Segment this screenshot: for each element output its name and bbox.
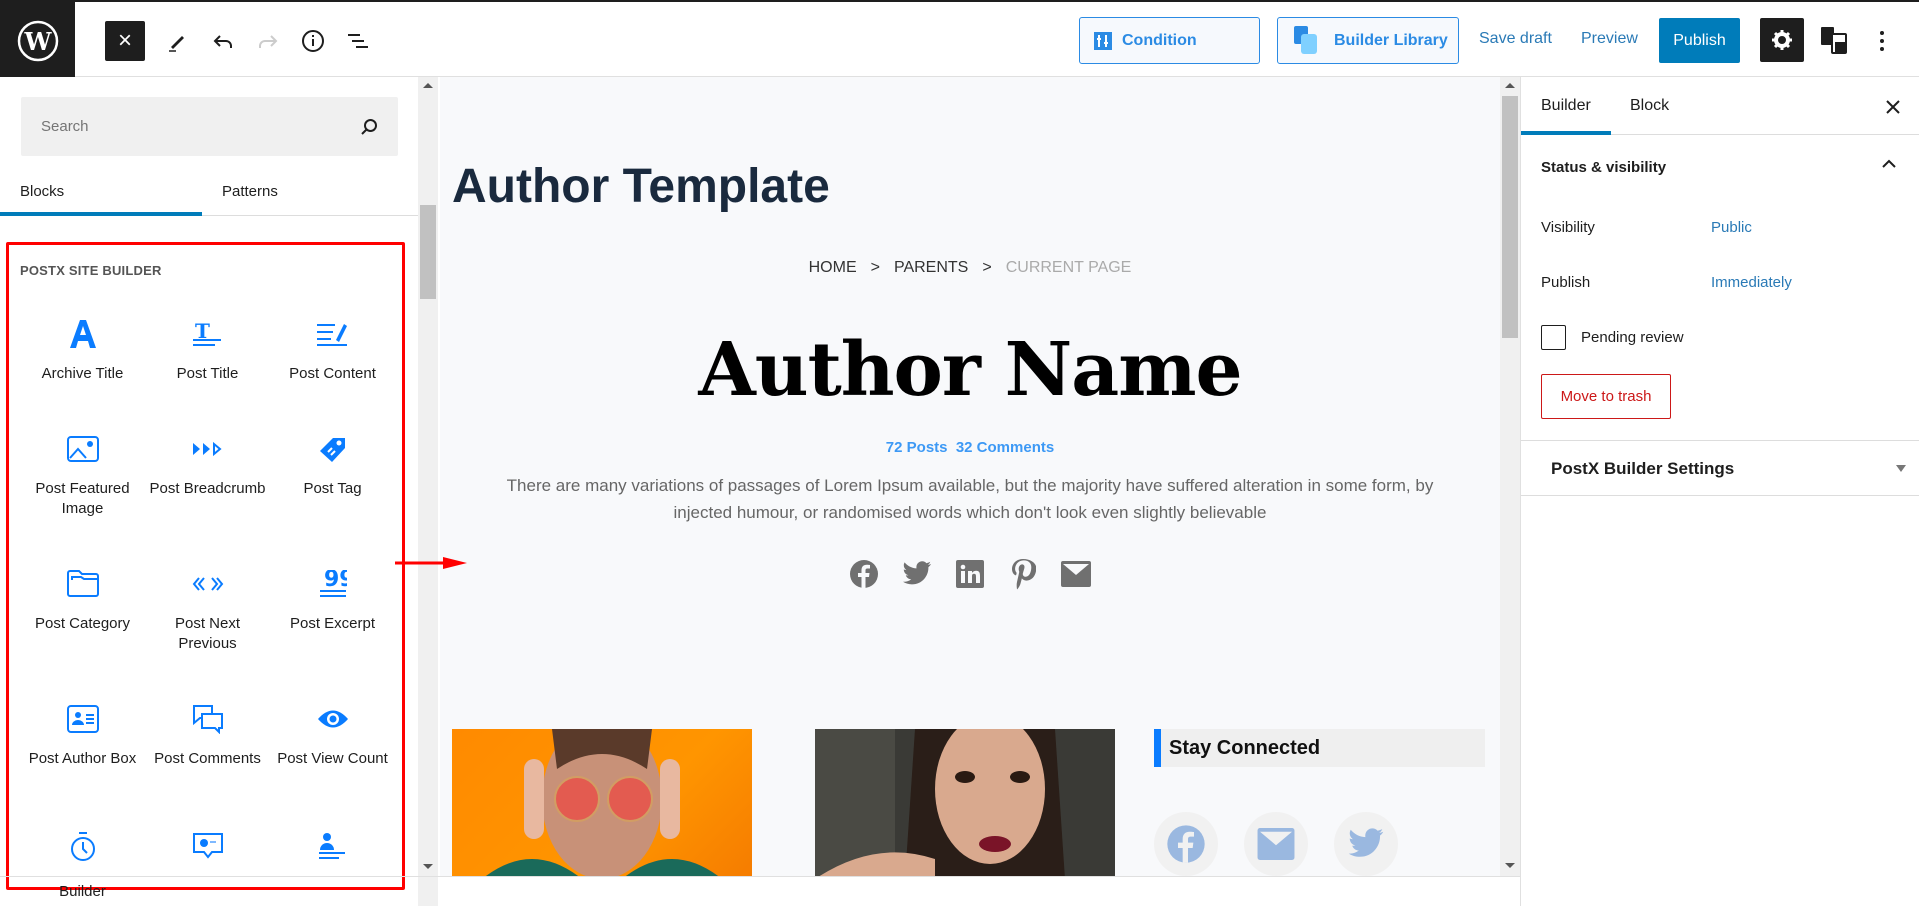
condition-icon [1094, 31, 1112, 50]
collapse-section-button[interactable] [1881, 157, 1897, 175]
close-icon: × [117, 27, 132, 54]
stay-connected-heading: Stay Connected [1154, 729, 1485, 767]
visibility-value-link[interactable]: Public [1711, 219, 1752, 236]
block-label-cut-off: Builder [59, 883, 106, 900]
info-icon [302, 30, 324, 52]
tab-blocks-label: Blocks [20, 183, 65, 200]
breadcrumb: HOME > PARENTS > CURRENT PAGE [440, 259, 1500, 277]
section-divider [1521, 440, 1919, 441]
editor-top-bar: W × Condition Builder Library Save draft… [0, 0, 1919, 79]
highlight-annotation-box [6, 242, 405, 890]
pencil-icon [169, 36, 184, 52]
close-icon [1886, 100, 1900, 114]
close-sidebar-button[interactable] [1881, 95, 1905, 119]
block-search-box[interactable] [21, 97, 398, 156]
author-bio: There are many variations of passages of… [506, 476, 1434, 522]
close-inserter-button[interactable]: × [105, 21, 145, 61]
breadcrumb-home[interactable]: HOME [809, 259, 857, 276]
section-divider [1521, 495, 1919, 496]
tools-button[interactable] [158, 21, 198, 61]
chevron-up-icon [1882, 159, 1896, 168]
email-icon[interactable] [1244, 812, 1308, 876]
tab-patterns-label: Patterns [222, 183, 278, 200]
list-view-icon [348, 34, 368, 48]
inserter-scrollbar[interactable] [418, 77, 438, 906]
builder-library-icon [1294, 25, 1317, 54]
preview-button[interactable]: Preview [1581, 30, 1638, 48]
scroll-down-icon[interactable] [423, 864, 433, 869]
tab-builder[interactable]: Builder [1541, 97, 1591, 115]
redo-icon [259, 35, 278, 48]
more-options-icon [1880, 31, 1884, 51]
canvas-scrollbar[interactable] [1500, 77, 1520, 876]
postx-icon [1821, 27, 1847, 54]
linkedin-icon[interactable] [954, 557, 987, 590]
breadcrumb-current: CURRENT PAGE [1005, 259, 1132, 276]
svg-text:W: W [23, 27, 52, 56]
block-inserter-panel: Blocks Patterns POSTX SITE BUILDER Archi… [0, 77, 438, 906]
pending-review-checkbox[interactable] [1541, 325, 1566, 350]
wordpress-logo[interactable]: W [0, 2, 75, 79]
inserter-tabs: Blocks Patterns [0, 175, 418, 216]
builder-library-label: Builder Library [1334, 31, 1448, 49]
undo-button[interactable] [203, 21, 243, 61]
pending-review-label[interactable]: Pending review [1581, 329, 1684, 346]
publish-label: Publish [1541, 274, 1591, 291]
settings-button[interactable] [1760, 18, 1804, 62]
postx-builder-settings-title[interactable]: PostX Builder Settings [1551, 459, 1734, 479]
woman-portrait-image [815, 729, 1065, 876]
twitter-icon[interactable] [901, 557, 934, 590]
tab-block[interactable]: Block [1630, 97, 1669, 115]
condition-label: Condition [1122, 31, 1197, 49]
woman-sunglasses-image [486, 729, 718, 876]
block-search-input[interactable] [41, 118, 360, 135]
scrollbar-thumb[interactable] [420, 205, 436, 299]
sidebar-tabs: Builder Block [1521, 77, 1919, 135]
settings-sidebar: Builder Block Status & visibility Visibi… [1520, 77, 1919, 906]
wordpress-icon: W [17, 20, 58, 61]
facebook-icon[interactable] [848, 557, 881, 590]
details-button[interactable] [293, 21, 333, 61]
postx-button[interactable] [1812, 18, 1856, 62]
expand-caret-icon[interactable] [1896, 465, 1906, 472]
more-options-button[interactable] [1862, 21, 1902, 61]
save-draft-button[interactable]: Save draft [1479, 30, 1552, 48]
stay-connected-social [1154, 812, 1398, 876]
annotation-arrow-icon [395, 557, 467, 569]
author-name[interactable]: Author Name [440, 327, 1500, 413]
breadcrumb-parent[interactable]: PARENTS [894, 259, 968, 276]
publish-button[interactable]: Publish [1659, 18, 1740, 63]
breadcrumb-separator: > [870, 259, 880, 276]
email-icon[interactable] [1060, 557, 1093, 590]
post-image-1[interactable] [452, 729, 752, 876]
active-tab-indicator [1521, 131, 1611, 135]
pinterest-icon[interactable] [1007, 557, 1040, 590]
breadcrumb-separator: > [982, 259, 992, 276]
undo-icon [213, 35, 232, 48]
condition-button[interactable]: Condition [1079, 17, 1260, 64]
builder-library-button[interactable]: Builder Library [1277, 17, 1459, 64]
scrollbar-thumb[interactable] [1502, 96, 1518, 338]
gear-icon [1772, 30, 1792, 50]
tab-blocks[interactable]: Blocks [20, 175, 64, 216]
tab-patterns[interactable]: Patterns [222, 175, 278, 216]
list-view-button[interactable] [338, 21, 378, 61]
author-meta: 72 Posts 32 Comments [885, 439, 1055, 456]
scroll-up-icon[interactable] [423, 83, 433, 88]
active-tab-indicator [0, 212, 202, 216]
scroll-up-icon[interactable] [1505, 83, 1515, 88]
author-social-links [440, 557, 1500, 590]
search-icon[interactable] [360, 118, 378, 136]
facebook-icon[interactable] [1154, 812, 1218, 876]
move-to-trash-button[interactable]: Move to trash [1541, 374, 1671, 419]
scroll-down-icon[interactable] [1505, 863, 1515, 868]
redo-button[interactable] [248, 21, 288, 61]
status-visibility-title[interactable]: Status & visibility [1541, 159, 1666, 176]
publish-date-link[interactable]: Immediately [1711, 274, 1792, 291]
post-image-2[interactable] [815, 729, 1115, 876]
twitter-icon[interactable] [1334, 812, 1398, 876]
page-title[interactable]: Author Template [452, 159, 830, 214]
visibility-label: Visibility [1541, 219, 1595, 236]
editor-canvas[interactable]: Author Template HOME > PARENTS > CURRENT PAG… [440, 77, 1500, 876]
